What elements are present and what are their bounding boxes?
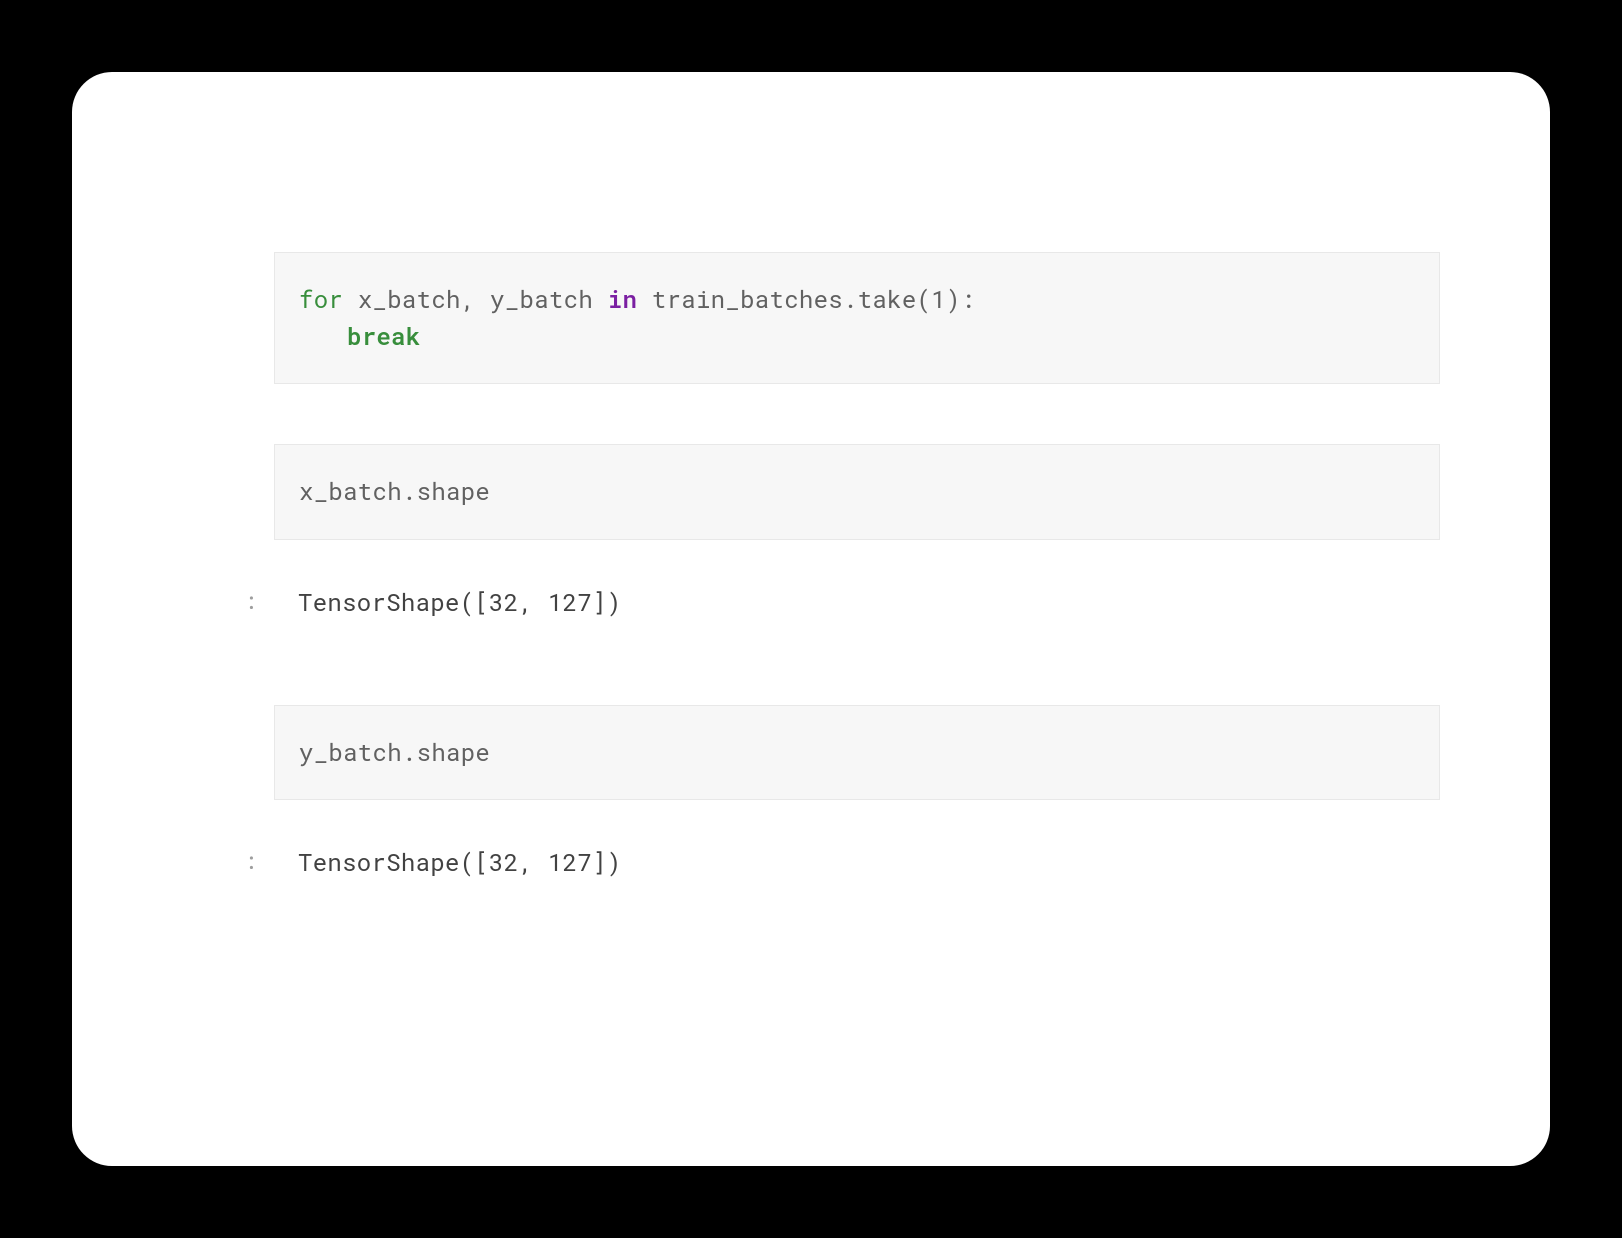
code-cell-1: for x_batch, y_batch in train_batches.ta… bbox=[182, 252, 1440, 384]
var-x-batch: x_batch bbox=[299, 475, 402, 507]
code-input-2[interactable]: x_batch.shape bbox=[274, 444, 1440, 539]
keyword-break: break bbox=[347, 320, 421, 352]
output-text: TensorShape([32, 127]) bbox=[298, 846, 621, 878]
literal-one: 1 bbox=[931, 283, 946, 315]
var-y-batch: y_batch bbox=[299, 736, 402, 768]
output-text: TensorShape([32, 127]) bbox=[298, 586, 621, 618]
code-cell-3: y_batch.shape : TensorShape([32, 127]) bbox=[182, 705, 1440, 905]
keyword-for: for bbox=[299, 283, 343, 315]
output-marker: : bbox=[244, 584, 258, 618]
notebook-card: for x_batch, y_batch in train_batches.ta… bbox=[72, 72, 1550, 1166]
keyword-in: in bbox=[608, 283, 637, 315]
code-cell-2: x_batch.shape : TensorShape([32, 127]) bbox=[182, 444, 1440, 644]
method-take: take bbox=[858, 283, 917, 315]
code-output-2: : TensorShape([32, 127]) bbox=[274, 560, 1440, 645]
attr-shape: shape bbox=[417, 475, 491, 507]
output-marker: : bbox=[244, 844, 258, 878]
code-output-3: : TensorShape([32, 127]) bbox=[274, 820, 1440, 905]
var-y-batch: y_batch bbox=[490, 283, 593, 315]
var-x-batch: x_batch bbox=[358, 283, 461, 315]
code-input-1[interactable]: for x_batch, y_batch in train_batches.ta… bbox=[274, 252, 1440, 384]
code-input-3[interactable]: y_batch.shape bbox=[274, 705, 1440, 800]
attr-shape: shape bbox=[417, 736, 491, 768]
var-train-batches: train_batches bbox=[652, 283, 843, 315]
